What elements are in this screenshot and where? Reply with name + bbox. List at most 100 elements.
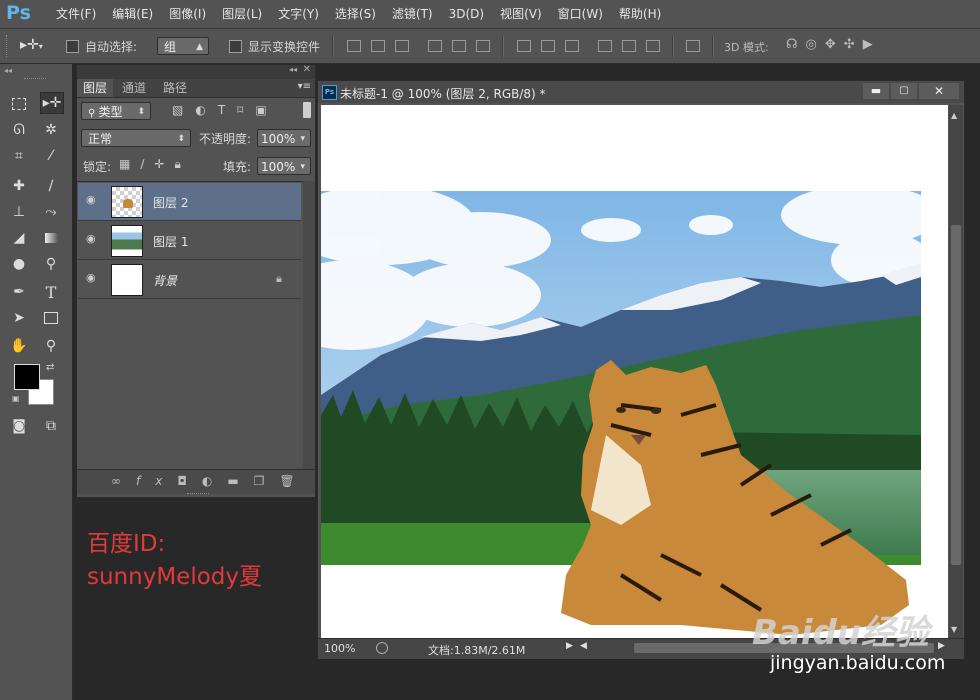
new-group-folder-icon[interactable]: ▬ <box>227 474 253 488</box>
auto-select-dropdown[interactable]: 组 ▲ <box>157 37 209 55</box>
distribute-right-icon[interactable] <box>646 40 660 52</box>
auto-align-icon[interactable] <box>686 40 700 52</box>
close-panel-icon[interactable]: ✕ <box>303 64 311 75</box>
fill-field[interactable]: 100% ▾ <box>257 157 311 175</box>
menu-select[interactable]: 选择(S) <box>327 6 384 22</box>
collapse-panel-icon[interactable]: ◂◂ <box>289 65 297 74</box>
healing-brush-tool-icon[interactable]: ✚ <box>8 176 30 196</box>
filter-adjustment-icon[interactable]: ◐ <box>195 103 217 117</box>
pen-tool-icon[interactable]: ✒ <box>8 282 30 302</box>
distribute-vcenter-icon[interactable] <box>541 40 555 52</box>
clone-stamp-tool-icon[interactable]: ⊥ <box>8 202 30 222</box>
filter-kind-dropdown[interactable]: ⚲ 类型 ⬍ <box>81 102 151 120</box>
document-title-bar[interactable]: Ps 未标题-1 @ 100% (图层 2, RGB/8) * ▬ ▢ ✕ <box>318 81 964 103</box>
magic-wand-tool-icon[interactable]: ✲ <box>40 120 62 140</box>
tab-layers[interactable]: 图层 <box>77 79 114 97</box>
align-bottom-icon[interactable] <box>395 40 409 52</box>
filter-smart-icon[interactable]: ▣ <box>255 103 278 117</box>
screen-mode-icon[interactable]: ⧉ <box>40 416 62 436</box>
default-colors-icon[interactable]: ▣ <box>12 394 20 403</box>
menu-help[interactable]: 帮助(H) <box>611 6 669 22</box>
zoom-tool-icon[interactable]: ⚲ <box>40 336 62 356</box>
quick-mask-icon[interactable]: ◙ <box>8 416 30 436</box>
close-button[interactable]: ✕ <box>919 83 959 99</box>
opacity-arrow-icon[interactable]: ▾ <box>300 130 305 148</box>
adjustment-layer-icon[interactable]: ◐ <box>202 474 227 488</box>
fill-arrow-icon[interactable]: ▾ <box>300 158 305 176</box>
distribute-left-icon[interactable] <box>598 40 612 52</box>
delete-layer-trash-icon[interactable]: 🗑︎ <box>279 474 309 488</box>
align-vcenter-icon[interactable] <box>371 40 385 52</box>
menu-file[interactable]: 文件(F) <box>48 6 104 22</box>
gradient-tool-icon[interactable] <box>40 228 62 248</box>
swap-colors-icon[interactable]: ⇄ <box>46 362 54 373</box>
align-left-icon[interactable] <box>428 40 442 52</box>
menu-image[interactable]: 图像(I) <box>161 6 214 22</box>
crop-tool-icon[interactable]: ⌗ <box>8 146 30 166</box>
menu-type[interactable]: 文字(Y) <box>270 6 327 22</box>
distribute-bottom-icon[interactable] <box>565 40 579 52</box>
dodge-tool-icon[interactable]: ⚲ <box>40 254 62 274</box>
layer-row-2[interactable]: ◉ 图层 2 <box>78 183 301 221</box>
lock-position-icon[interactable]: ✛ <box>154 157 174 171</box>
status-menu-arrow-icon[interactable]: ▶ <box>566 641 573 651</box>
image-canvas[interactable] <box>321 105 948 638</box>
menu-view[interactable]: 视图(V) <box>492 6 550 22</box>
layer-style-fx-icon[interactable]: fx <box>136 474 177 488</box>
show-transform-check-icon[interactable] <box>229 40 242 53</box>
3d-roll-icon[interactable]: ◎ <box>806 37 825 52</box>
tab-channels[interactable]: 通道 <box>116 79 152 97</box>
filter-pixel-icon[interactable]: ▧ <box>172 103 195 117</box>
auto-select-check-icon[interactable] <box>66 40 79 53</box>
scroll-thumb[interactable] <box>951 225 961 565</box>
filter-toggle[interactable] <box>303 102 311 118</box>
align-hcenter-icon[interactable] <box>452 40 466 52</box>
blend-mode-dropdown[interactable]: 正常 ⬍ <box>81 129 191 147</box>
3d-scale-icon[interactable]: ▶ <box>863 37 881 52</box>
lock-transparent-icon[interactable]: ▦ <box>119 157 140 171</box>
move-tool-icon[interactable]: ▸✛ <box>40 92 64 114</box>
visibility-eye-icon[interactable]: ◉ <box>86 233 100 244</box>
menu-window[interactable]: 窗口(W) <box>550 6 611 22</box>
path-selection-tool-icon[interactable]: ➤ <box>8 308 30 328</box>
align-top-icon[interactable] <box>347 40 361 52</box>
auto-select-checkbox[interactable]: 自动选择: <box>66 38 137 55</box>
vertical-scrollbar[interactable]: ▲ ▼ <box>949 105 963 638</box>
visibility-eye-icon[interactable]: ◉ <box>86 272 100 283</box>
layer-row-background[interactable]: ◉ 背景 🔒︎ <box>78 261 301 299</box>
blur-tool-icon[interactable]: ● <box>8 254 30 274</box>
rectangle-tool-icon[interactable] <box>40 308 62 328</box>
menu-edit[interactable]: 编辑(E) <box>104 6 161 22</box>
opacity-field[interactable]: 100% ▾ <box>257 129 311 147</box>
status-info-icon[interactable] <box>376 642 388 654</box>
layer-name[interactable]: 图层 2 <box>153 194 188 211</box>
show-transform-checkbox[interactable]: 显示变换控件 <box>229 38 320 55</box>
lock-all-icon[interactable]: 🔒︎ <box>174 157 190 171</box>
layer-name[interactable]: 背景 <box>153 272 177 289</box>
layer-name[interactable]: 图层 1 <box>153 233 188 250</box>
menu-layer[interactable]: 图层(L) <box>214 6 270 22</box>
menu-filter[interactable]: 滤镜(T) <box>384 6 441 22</box>
panel-menu-icon[interactable]: ▾≡ <box>298 81 311 92</box>
options-grip[interactable] <box>6 35 10 57</box>
distribute-hcenter-icon[interactable] <box>622 40 636 52</box>
lock-pixels-icon[interactable]: ∕ <box>140 157 154 171</box>
align-right-icon[interactable] <box>476 40 490 52</box>
filter-shape-icon[interactable]: ⌑ <box>237 103 255 117</box>
visibility-eye-icon[interactable]: ◉ <box>86 194 100 205</box>
move-tool-preset-icon[interactable]: ▸✛▾ <box>20 37 43 53</box>
scroll-down-icon[interactable]: ▼ <box>951 625 957 634</box>
scroll-left-icon[interactable]: ◀ <box>580 641 587 651</box>
marquee-tool-icon[interactable] <box>8 94 30 114</box>
history-brush-tool-icon[interactable]: ⤳ <box>40 202 62 222</box>
eraser-tool-icon[interactable]: ◢ <box>8 228 30 248</box>
tab-paths[interactable]: 路径 <box>157 79 193 97</box>
hand-tool-icon[interactable]: ✋ <box>8 336 30 356</box>
zoom-level[interactable]: 100% <box>324 642 355 655</box>
minimize-button[interactable]: ▬ <box>863 83 889 99</box>
brush-tool-icon[interactable]: ∕ <box>40 176 62 196</box>
new-layer-icon[interactable]: ❐ <box>254 474 280 488</box>
type-tool-icon[interactable]: T <box>40 282 62 302</box>
eyedropper-tool-icon[interactable]: ⁄ <box>40 146 62 166</box>
link-layers-icon[interactable]: ∞ <box>111 474 136 488</box>
